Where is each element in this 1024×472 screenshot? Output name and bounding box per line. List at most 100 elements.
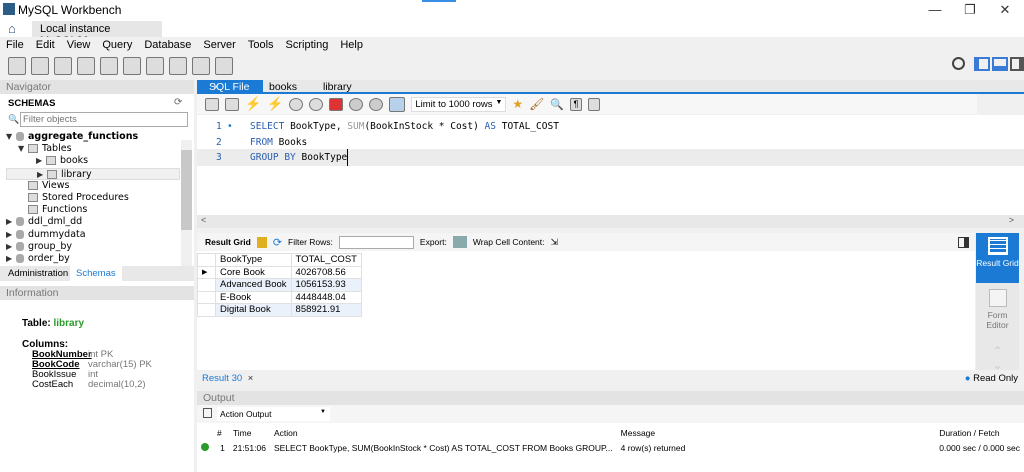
restore-button[interactable]: ❐ <box>955 2 985 18</box>
menu-file[interactable]: File <box>0 37 30 53</box>
tab-library[interactable]: library <box>317 80 358 94</box>
menu-server[interactable]: Server <box>197 37 241 53</box>
add-snippet-icon[interactable]: ★ <box>512 97 523 111</box>
close-tab-icon[interactable]: × <box>207 80 225 94</box>
tree-item-schema[interactable]: ▶ group_by <box>6 241 180 253</box>
result-tab-bar: Result 30 × ● Read Only <box>197 370 1024 387</box>
database-icon <box>16 229 24 239</box>
tree-item-table-library[interactable]: ▶ library <box>6 167 180 180</box>
form-editor-side-button[interactable]: Form Editor ⌃ ⌄ <box>976 283 1019 372</box>
minimize-button[interactable]: — <box>920 2 950 17</box>
search-table-data-icon[interactable] <box>192 57 210 75</box>
navigate-records-icon[interactable]: ⌃ ⌄ <box>976 344 1019 372</box>
open-sql-script-icon[interactable] <box>31 57 49 75</box>
main-toolbar <box>0 53 1024 79</box>
inspector-icon[interactable] <box>54 57 72 75</box>
app-logo-icon <box>3 3 15 15</box>
tab-schemas[interactable]: Schemas <box>70 266 122 281</box>
save-icon[interactable] <box>225 97 239 111</box>
filter-objects-input[interactable] <box>20 112 188 127</box>
menu-edit[interactable]: Edit <box>30 37 61 53</box>
tree-item-schema[interactable]: ▶ dummydata <box>6 229 180 241</box>
output-panel: Output Action Output ▼ # Time Action Message… <box>197 391 1024 472</box>
tree-item-procedures[interactable]: Stored Procedures <box>6 192 180 204</box>
refresh-icon[interactable]: ⟳ <box>273 236 282 249</box>
column-name: CostEach <box>32 379 74 390</box>
close-tab-icon[interactable]: × <box>248 373 254 384</box>
open-file-icon[interactable] <box>205 97 219 111</box>
settings-icon[interactable] <box>952 57 965 70</box>
invisible-chars-icon[interactable]: ¶ <box>570 97 583 111</box>
execute-icon[interactable]: ⚡ <box>245 96 261 112</box>
close-button[interactable]: ✕ <box>990 2 1020 18</box>
menu-help[interactable]: Help <box>334 37 369 53</box>
create-procedure-icon[interactable] <box>146 57 164 75</box>
tree-item-table-books[interactable]: ▶ books <box>6 155 180 167</box>
toggle-output-icon[interactable] <box>992 57 1008 71</box>
autocommit-icon[interactable] <box>389 96 406 112</box>
create-function-icon[interactable] <box>169 57 187 75</box>
tab-books[interactable]: books <box>263 80 303 94</box>
tree-item-functions[interactable]: Functions <box>6 204 180 216</box>
result-grid-side-button[interactable]: Result Grid <box>976 233 1019 283</box>
tree-item-tables[interactable]: ▼ Tables <box>6 143 180 155</box>
result-grid[interactable]: BookType TOTAL_COST ▶ Core Book 4026708.56 … <box>197 253 362 317</box>
commit-icon[interactable] <box>349 97 364 111</box>
output-row[interactable]: 1 21:51:06 SELECT BookType, SUM(BookInStoc… <box>197 439 1024 457</box>
home-icon[interactable]: ⌂ <box>8 21 16 36</box>
find-icon[interactable]: 🔍 <box>550 98 564 111</box>
table-row[interactable]: Advanced Book 1056153.93 <box>197 278 362 292</box>
table-row[interactable]: Digital Book 858921.91 <box>197 303 362 317</box>
result-grid-side-label: Result Grid <box>976 258 1019 268</box>
limit-rows-select[interactable]: Limit to 1000 rows ▼ <box>411 96 507 112</box>
toggle-error-icon[interactable] <box>329 97 344 111</box>
beautify-icon[interactable]: 🖌 <box>529 97 544 111</box>
export-icon[interactable] <box>452 236 467 248</box>
table-row[interactable]: E-Book 4448448.04 <box>197 290 362 304</box>
tab-result[interactable]: Result 30 × <box>202 373 253 384</box>
tree-item-schema[interactable]: ▶ ddl_dml_dd <box>6 216 180 228</box>
filter-rows-input[interactable] <box>338 235 414 249</box>
wrap-lines-icon[interactable] <box>588 97 601 111</box>
form-icon <box>988 289 1007 307</box>
execute-current-icon[interactable]: ⚡ <box>267 96 283 112</box>
window-title: MySQL Workbench <box>18 3 122 17</box>
grid-view-icon[interactable] <box>256 236 267 248</box>
create-view-icon[interactable] <box>123 57 141 75</box>
menu-scripting[interactable]: Scripting <box>280 37 335 53</box>
copy-icon[interactable] <box>203 408 212 418</box>
wrap-cell-icon[interactable]: ⇲ <box>551 237 559 248</box>
output-type-select[interactable]: Action Output ▼ <box>217 407 330 421</box>
create-schema-icon[interactable] <box>77 57 95 75</box>
menu-view[interactable]: View <box>61 37 97 53</box>
menu-tools[interactable]: Tools <box>242 37 280 53</box>
column-header[interactable]: TOTAL_COST <box>290 253 362 267</box>
new-sql-tab-icon[interactable] <box>8 57 26 75</box>
create-table-icon[interactable] <box>100 57 118 75</box>
result-panel: Result Grid ⟳ Filter Rows: Export: Wrap … <box>197 233 975 370</box>
output-table: # Time Action Message Duration / Fetch 1 21:5… <box>197 427 1024 457</box>
tree-item-views[interactable]: Views <box>6 180 180 192</box>
menu-database[interactable]: Database <box>138 37 197 53</box>
tree-item-schema[interactable]: ▶ order_by <box>6 253 180 265</box>
reconnect-icon[interactable] <box>215 57 233 75</box>
connection-tab[interactable]: Local instance MySQL80 × <box>32 21 162 47</box>
toggle-secondary-sidebar-icon[interactable] <box>1010 57 1024 71</box>
rollback-icon[interactable] <box>369 97 384 111</box>
refresh-schemas-icon[interactable]: ⟳ <box>174 97 182 108</box>
column-header[interactable]: BookType <box>215 253 292 267</box>
explain-icon[interactable] <box>289 97 304 111</box>
filter-rows-label: Filter Rows: <box>288 237 333 247</box>
tab-administration[interactable]: Administration <box>0 266 76 281</box>
form-editor-side-label: Form Editor <box>986 310 1009 330</box>
toggle-result-sidebar-icon[interactable] <box>958 236 969 248</box>
tab-sql-file[interactable]: SQL File 5* × <box>197 80 263 105</box>
editor-horizontal-scrollbar[interactable]: < > <box>197 215 1024 228</box>
tree-item-schema[interactable]: ▼ aggregate_functions <box>6 131 180 143</box>
tree-scrollbar[interactable] <box>181 140 192 266</box>
table-row[interactable]: ▶ Core Book 4026708.56 <box>197 265 362 279</box>
menu-query[interactable]: Query <box>96 37 138 53</box>
sql-editor[interactable]: 1 • SELECT BookType, SUM(BookInStock * Cos… <box>197 115 1024 215</box>
stop-icon[interactable] <box>309 97 324 111</box>
toggle-sidebar-icon[interactable] <box>974 57 990 71</box>
